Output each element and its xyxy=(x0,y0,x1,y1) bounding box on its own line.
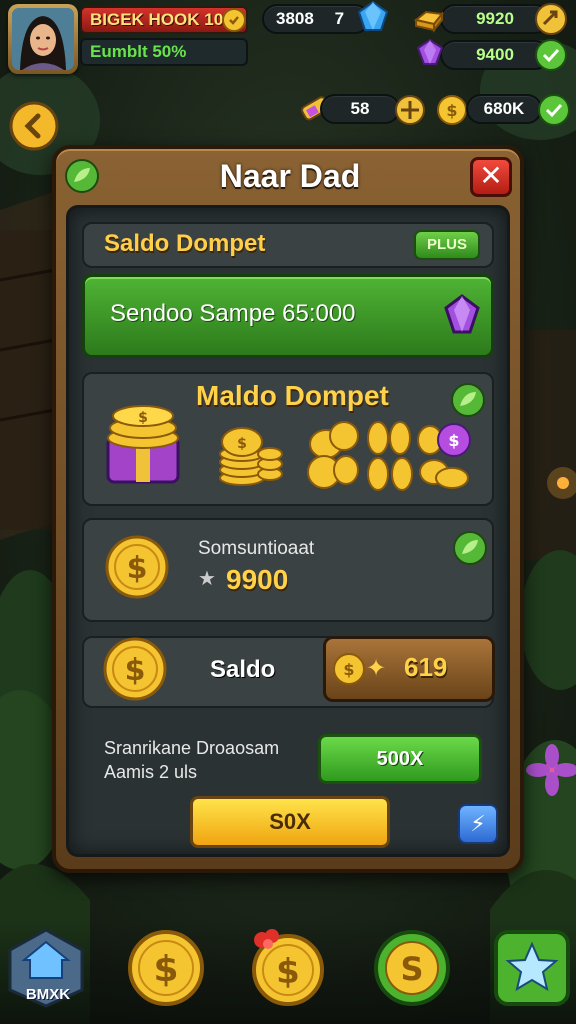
svg-text:$: $ xyxy=(343,660,354,679)
green-action-button[interactable]: 500X xyxy=(318,734,482,784)
bundle-title: Maldo Dompet xyxy=(196,380,389,411)
leaf-icon xyxy=(453,531,487,565)
svg-text:$: $ xyxy=(446,101,457,120)
leaf-icon xyxy=(65,159,99,193)
svg-text:S: S xyxy=(400,950,423,988)
favorites-nav-button[interactable] xyxy=(492,928,572,1008)
svg-text:$: $ xyxy=(237,436,247,452)
stat-pill[interactable]: 3808 7 xyxy=(262,4,370,34)
svg-text:$: $ xyxy=(276,952,300,992)
svg-text:$: $ xyxy=(448,431,459,450)
player-subtitle: Eumblt 50% xyxy=(80,38,248,66)
coin-nav-button[interactable]: $ xyxy=(126,928,206,1008)
coin-icon: $ xyxy=(103,637,167,701)
coin-icon: $ xyxy=(105,535,169,599)
svg-text:$: $ xyxy=(125,653,146,688)
gold-add-icon[interactable] xyxy=(534,2,568,36)
svg-text:$: $ xyxy=(138,410,148,426)
leaf-icon xyxy=(451,383,485,417)
yellow-action-button[interactable]: S0X xyxy=(190,796,390,848)
avatar-portrait-icon xyxy=(12,8,74,70)
player-avatar[interactable] xyxy=(8,4,78,74)
star-icon: ★ xyxy=(198,568,216,590)
svg-text:$: $ xyxy=(153,949,178,990)
coin-add-icon[interactable] xyxy=(536,92,572,128)
energy-pill[interactable]: 58 xyxy=(320,94,400,124)
energy-value: 58 xyxy=(350,99,370,118)
home-nav-label: BMXK xyxy=(25,986,71,1003)
shop-nav-button[interactable]: $ xyxy=(248,928,328,1008)
saldo-label: Saldo xyxy=(210,656,276,683)
svg-text:$: $ xyxy=(127,551,148,586)
gem-value: 9400 xyxy=(476,45,514,64)
gold-bar-icon xyxy=(413,10,444,33)
coin-icon: $ xyxy=(437,95,467,125)
stat-value: 3808 xyxy=(276,9,314,28)
close-button[interactable]: ✕ xyxy=(470,157,512,197)
share-icon[interactable]: ⚡ xyxy=(458,804,498,844)
blue-gem-icon xyxy=(357,0,389,31)
stat-count: 7 xyxy=(334,9,345,28)
coin-chest-icon[interactable]: $ xyxy=(100,394,186,490)
coin-icon: $ xyxy=(333,653,365,685)
earning-label: Somsuntioaat xyxy=(198,538,315,559)
gem-add-icon[interactable] xyxy=(534,38,568,72)
coin-icon xyxy=(222,8,246,32)
plus-button[interactable]: PLUS xyxy=(414,230,480,260)
purple-gem-icon xyxy=(416,38,444,65)
dialog-title: Naar Dad xyxy=(219,158,361,194)
coin-value: 680K xyxy=(483,99,525,118)
back-button[interactable] xyxy=(8,100,60,152)
balance-text: Sendoo Sampe 65:000 xyxy=(110,300,356,327)
coin-pill[interactable]: 680K xyxy=(466,94,542,124)
coin-stack-icon[interactable]: $ xyxy=(214,420,284,490)
scattered-coins-icon[interactable]: $ xyxy=(304,416,474,496)
info-line-1: Sranrikane Droaosam xyxy=(104,738,280,758)
sparkle-icon: ✦ xyxy=(366,655,387,682)
energy-add-icon[interactable] xyxy=(394,94,426,126)
wallet-title: Saldo Dompet xyxy=(104,230,266,257)
earning-value: 9900 xyxy=(226,564,289,595)
info-line-2: Aamis 2 uls xyxy=(104,762,198,782)
saldo-value: 619 xyxy=(404,652,448,682)
green-coin-nav-button[interactable]: S xyxy=(372,928,452,1008)
gold-value: 9920 xyxy=(476,9,514,28)
purple-gem-icon xyxy=(444,294,480,334)
